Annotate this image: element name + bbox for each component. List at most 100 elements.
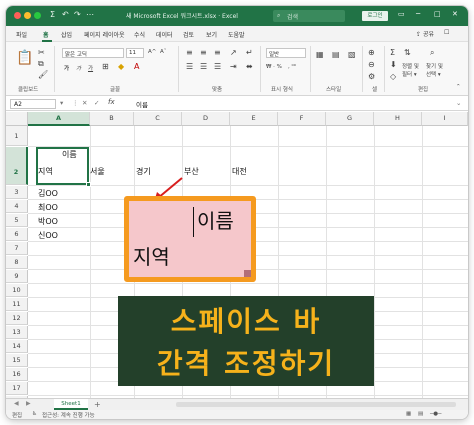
cancel-entry-icon[interactable]: ✕ xyxy=(82,99,87,107)
sheet-tab-sheet1[interactable]: Sheet1 xyxy=(54,399,88,410)
collapse-ribbon-icon[interactable]: ⌃ xyxy=(456,84,461,90)
row-header-4[interactable]: 4 xyxy=(6,200,28,213)
autosum-icon[interactable]: Σ xyxy=(50,10,55,19)
orientation-icon[interactable]: ↗ xyxy=(230,48,237,57)
row-header-6[interactable]: 6 xyxy=(6,228,28,241)
format-cells-icon[interactable]: ⚙ xyxy=(368,72,375,81)
conditional-formatting-icon[interactable]: ▦ xyxy=(316,50,324,59)
confirm-entry-icon[interactable]: ✓ xyxy=(94,99,99,107)
formula-input[interactable]: 이름 xyxy=(136,99,148,109)
row-header-5[interactable]: 5 xyxy=(6,214,28,227)
borders-icon[interactable]: ⊞ xyxy=(102,62,109,71)
align-bottom-icon[interactable]: ≡ xyxy=(214,48,221,57)
column-header-b[interactable]: B xyxy=(90,112,134,126)
row-header-8[interactable]: 8 xyxy=(6,256,28,269)
column-header-e[interactable]: E xyxy=(230,112,278,126)
row-header-3[interactable]: 3 xyxy=(6,186,28,199)
wrap-text-icon[interactable]: ↵ xyxy=(246,48,253,57)
maximize-window-button[interactable] xyxy=(34,12,41,19)
minimize-icon[interactable]: ─ xyxy=(416,10,420,18)
font-color-icon[interactable]: A xyxy=(134,62,139,71)
cut-icon[interactable]: ✂ xyxy=(38,48,45,57)
row-header-14[interactable]: 14 xyxy=(6,340,28,353)
column-header-h[interactable]: H xyxy=(374,112,422,126)
tab-review[interactable]: 검토 xyxy=(183,30,194,39)
row-header-16[interactable]: 16 xyxy=(6,368,28,381)
row-header-13[interactable]: 13 xyxy=(6,326,28,339)
row-header-12[interactable]: 12 xyxy=(6,312,28,325)
more-commands-icon[interactable]: ⋯ xyxy=(86,10,94,19)
select-all-button[interactable] xyxy=(6,112,28,126)
fill-handle[interactable] xyxy=(86,182,91,187)
accounting-format-icon[interactable]: ₩ · % xyxy=(266,64,282,70)
autosum-ribbon-icon[interactable]: Σ xyxy=(390,48,395,57)
row-header-7[interactable]: 7 xyxy=(6,242,28,255)
insert-function-button[interactable]: fx xyxy=(108,98,115,106)
align-center-icon[interactable]: ☰ xyxy=(200,62,207,71)
tab-help[interactable]: 도움말 xyxy=(228,30,245,39)
tab-data[interactable]: 데이터 xyxy=(156,30,173,39)
format-as-table-icon[interactable]: ▤ xyxy=(332,50,340,59)
accessibility-icon[interactable]: ♿ xyxy=(32,411,37,417)
minimize-window-button[interactable] xyxy=(24,12,31,19)
next-sheet-icon[interactable]: ▶ xyxy=(26,400,31,407)
cell-styles-icon[interactable]: ▧ xyxy=(348,50,356,59)
tab-home[interactable]: 홈 xyxy=(43,30,49,39)
row-header-9[interactable]: 9 xyxy=(6,270,28,283)
tab-page-layout[interactable]: 페이지 레이아웃 xyxy=(84,30,125,39)
share-button[interactable]: ⇪ 공유 xyxy=(416,29,434,38)
add-sheet-button[interactable]: + xyxy=(94,399,101,410)
align-top-icon[interactable]: ≡ xyxy=(186,48,193,57)
normal-view-icon[interactable]: ▦ xyxy=(406,411,411,417)
align-right-icon[interactable]: ☰ xyxy=(214,62,221,71)
tab-view[interactable]: 보기 xyxy=(206,30,217,39)
row-header-2[interactable]: 2 xyxy=(6,147,28,185)
tab-insert[interactable]: 삽입 xyxy=(61,30,72,39)
indent-icon[interactable]: ⇥ xyxy=(230,62,237,71)
undo-icon[interactable]: ↶ xyxy=(62,10,69,19)
column-header-a[interactable]: A xyxy=(28,112,90,126)
underline-button[interactable]: 가 xyxy=(88,64,93,72)
clear-icon[interactable]: ◇ xyxy=(390,72,396,81)
column-header-g[interactable]: G xyxy=(326,112,374,126)
delete-cells-icon[interactable]: ⊖ xyxy=(368,60,375,69)
tab-formulas[interactable]: 수식 xyxy=(134,30,145,39)
redo-icon[interactable]: ↷ xyxy=(74,10,81,19)
font-size-select[interactable]: 11 xyxy=(126,48,144,58)
find-select-icon[interactable]: ⌕ xyxy=(430,48,434,58)
ribbon-display-icon[interactable]: ▭ xyxy=(398,10,405,18)
close-icon[interactable]: ✕ xyxy=(452,10,458,18)
column-header-c[interactable]: C xyxy=(134,112,182,126)
row-header-11[interactable]: 11 xyxy=(6,298,28,311)
row-header-17[interactable]: 17 xyxy=(6,382,28,395)
active-cell-selection[interactable] xyxy=(36,147,89,185)
page-layout-view-icon[interactable]: ▤ xyxy=(418,411,423,417)
insert-cells-icon[interactable]: ⊕ xyxy=(368,48,375,57)
signin-button[interactable]: 로그인 xyxy=(362,11,388,21)
prev-sheet-icon[interactable]: ◀ xyxy=(14,400,19,407)
fill-color-icon[interactable]: ◆ xyxy=(118,62,124,71)
horizontal-scrollbar[interactable] xyxy=(176,402,456,407)
formula-options-icon[interactable]: ⋮ xyxy=(72,99,79,107)
copy-icon[interactable]: ⧉ xyxy=(38,59,44,69)
column-header-f[interactable]: F xyxy=(278,112,326,126)
accessibility-status[interactable]: 접근성: 계속 진행 가능 xyxy=(42,411,95,419)
zoom-slider[interactable]: ─●─ xyxy=(430,411,441,417)
row-header-10[interactable]: 10 xyxy=(6,284,28,297)
merge-center-icon[interactable]: ⬌ xyxy=(246,62,253,71)
bold-button[interactable]: 가 xyxy=(64,64,69,72)
paste-icon[interactable]: 📋 xyxy=(16,50,33,66)
sort-filter-icon[interactable]: ⇅ xyxy=(404,48,411,57)
expand-formula-bar-icon[interactable]: ⌄ xyxy=(456,99,461,107)
font-name-select[interactable]: 맑은 고딕 xyxy=(62,48,124,58)
tab-file[interactable]: 파일 xyxy=(16,30,27,39)
restore-icon[interactable]: □ xyxy=(434,10,441,18)
italic-button[interactable]: 가 xyxy=(76,64,81,72)
close-window-button[interactable] xyxy=(14,12,21,19)
column-header-d[interactable]: D xyxy=(182,112,230,126)
name-box-dropdown-icon[interactable]: ▾ xyxy=(60,99,63,107)
align-left-icon[interactable]: ☰ xyxy=(186,62,193,71)
name-box[interactable]: A2 xyxy=(10,99,56,109)
row-header-15[interactable]: 15 xyxy=(6,354,28,367)
comments-button[interactable]: ☐ xyxy=(444,29,449,36)
